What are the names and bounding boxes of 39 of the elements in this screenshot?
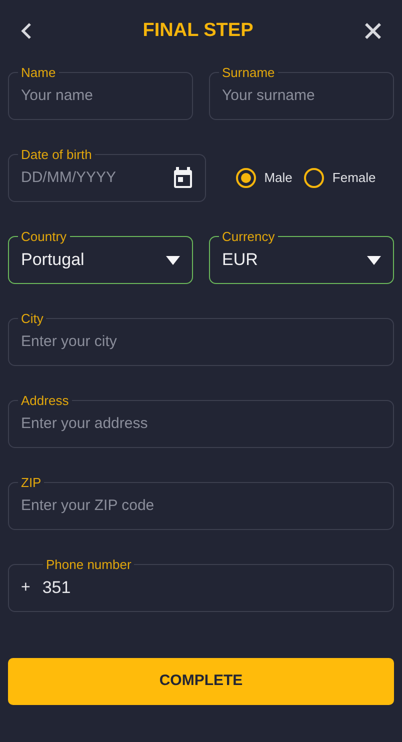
caret-icon <box>166 256 180 264</box>
radio-label[interactable]: Female <box>332 168 376 188</box>
field-value: 351 <box>42 577 71 600</box>
select-field[interactable]: Country Portugal <box>8 230 193 284</box>
field-label: Name <box>20 66 57 79</box>
placeholder-text: Enter your ZIP code <box>21 496 156 516</box>
radio-button[interactable] <box>236 168 256 188</box>
input-field[interactable]: City Enter your city <box>8 312 394 366</box>
field-label: Country <box>20 230 68 243</box>
back-icon[interactable] <box>20 22 32 40</box>
calendar-icon[interactable] <box>173 167 193 189</box>
input-field[interactable]: ZIP Enter your ZIP code <box>8 476 394 530</box>
field-label: Currency <box>221 230 276 243</box>
field-label: ZIP <box>20 476 42 489</box>
phone-prefix: + <box>21 578 30 598</box>
placeholder-text: Your name <box>21 86 94 106</box>
field-label: Address <box>20 394 70 407</box>
placeholder-text: DD/MM/YYYY <box>21 168 118 188</box>
field-value: Portugal <box>21 249 86 272</box>
phone-field[interactable]: Phone number + 351 <box>8 558 394 612</box>
date-field[interactable]: Date of birth DD/MM/YYYY <box>8 148 206 202</box>
screen-title: FINAL STEP <box>142 18 254 43</box>
field-label: Surname <box>221 66 276 79</box>
caret-icon <box>367 256 381 264</box>
field-label: Date of birth <box>20 148 93 161</box>
select-field[interactable]: Currency EUR <box>209 230 394 284</box>
input-field[interactable]: Surname Your surname <box>209 66 394 120</box>
placeholder-text: Enter your city <box>21 332 118 352</box>
complete-button[interactable]: COMPLETE <box>8 658 394 705</box>
placeholder-text: Your surname <box>222 86 316 106</box>
input-field[interactable]: Address Enter your address <box>8 394 394 448</box>
field-label: Phone number <box>45 558 132 571</box>
input-field[interactable]: Name Your name <box>8 66 193 120</box>
radio-label[interactable]: Male <box>264 168 292 188</box>
field-value: EUR <box>222 249 259 272</box>
field-label: City <box>20 312 44 325</box>
placeholder-text: Enter your address <box>21 414 149 434</box>
close-icon[interactable] <box>364 22 382 40</box>
radio-button[interactable] <box>304 168 324 188</box>
